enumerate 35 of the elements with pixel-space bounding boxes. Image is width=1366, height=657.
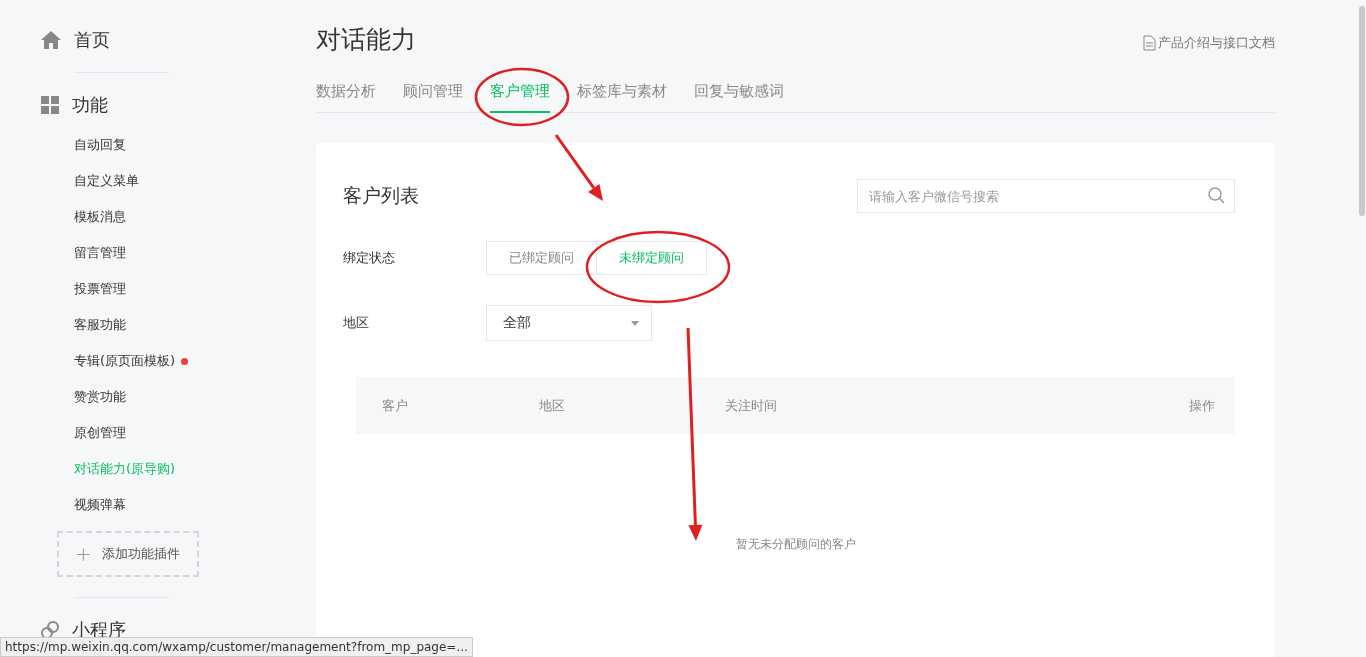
sidebar-item[interactable]: 视频弹幕	[40, 487, 300, 523]
column-header: 关注时间	[725, 396, 778, 415]
status-url: https://mp.weixin.qq.com/wxamp/customer/management?from_mp_page=...	[0, 637, 473, 657]
sidebar-item[interactable]: 自定义菜单	[40, 163, 300, 199]
sidebar-item[interactable]: 赞赏功能	[40, 379, 300, 415]
home-icon	[40, 30, 62, 50]
empty-message: 暂无未分配顾问的客户	[734, 536, 857, 553]
link-icon	[40, 620, 60, 640]
card-title: 客户列表	[343, 183, 419, 208]
column-header: 地区	[539, 396, 566, 415]
nav-heading[interactable]: 首页	[74, 28, 110, 52]
filter-label: 绑定状态	[343, 249, 396, 267]
sidebar-item[interactable]: 投票管理	[40, 271, 300, 307]
scrollbar-thumb[interactable]	[1359, 6, 1365, 216]
sidebar-item[interactable]: 原创管理	[40, 415, 300, 451]
annotation-arrow	[554, 134, 603, 201]
sidebar-item[interactable]: 自动回复	[40, 127, 300, 163]
tab[interactable]: 数据分析	[316, 82, 376, 113]
column-header: 操作	[1189, 396, 1215, 415]
caret-icon	[631, 320, 639, 326]
add-plugin-button[interactable]: + 添加功能插件	[57, 531, 199, 577]
filter-label: 地区	[343, 314, 370, 332]
page-title: 对话能力	[316, 23, 416, 56]
column-header: 客户	[382, 396, 409, 415]
sidebar-item[interactable]: 客服功能	[40, 307, 300, 343]
sidebar-item[interactable]: 留言管理	[40, 235, 300, 271]
document-icon	[1143, 35, 1156, 51]
search-field[interactable]: 请输入客户微信号搜索	[857, 179, 1235, 213]
search-icon[interactable]	[1208, 187, 1225, 204]
nav-heading: 功能	[72, 93, 108, 117]
doc-link[interactable]: 产品介绍与接口文档	[1143, 34, 1275, 52]
region-dropdown[interactable]: 全部	[486, 305, 652, 341]
sidebar-item[interactable]: 专辑(原页面模板)	[40, 343, 300, 379]
sidebar-item[interactable]: 模板消息	[40, 199, 300, 235]
grid-icon	[40, 96, 60, 114]
